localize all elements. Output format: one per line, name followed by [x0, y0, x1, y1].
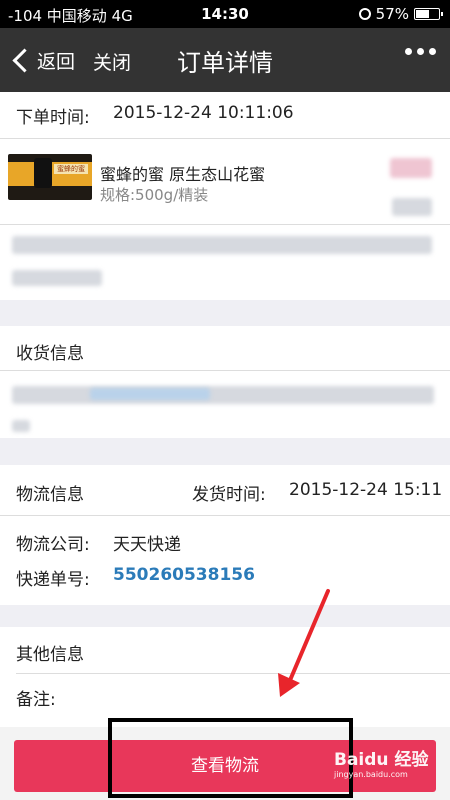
status-right: 57% [358, 5, 443, 23]
rotation-lock-icon [358, 8, 371, 20]
annotation-arrow-icon [278, 589, 330, 697]
more-options-button[interactable] [405, 48, 436, 55]
order-time-value: 2015-12-24 10:11:06 [113, 103, 294, 123]
remark-label: 备注: [16, 690, 56, 710]
blurred-order-info-2 [12, 270, 102, 286]
logistics-title: 物流信息 [16, 485, 84, 505]
courier-value: 天天快递 [113, 535, 181, 555]
watermark-brand: Baidu 经验 [334, 750, 429, 770]
dot-icon [417, 48, 424, 55]
blurred-address-2 [12, 420, 30, 432]
divider [16, 673, 450, 674]
dot-icon [429, 48, 436, 55]
divider [0, 515, 450, 516]
watermark-url: jingyan.baidu.com [334, 770, 408, 779]
tracking-number-link[interactable]: 550260538156 [113, 565, 255, 585]
divider [0, 138, 450, 139]
page-title: 订单详情 [177, 49, 273, 77]
status-bar: -104 中国移动 4G 14:30 57% [0, 0, 450, 28]
order-time-label: 下单时间: [16, 108, 90, 128]
blurred-address [12, 386, 434, 404]
annotation-highlight-box [108, 718, 353, 798]
product-image[interactable]: 蜜蜂的蜜 [8, 154, 92, 200]
dot-icon [405, 48, 412, 55]
ship-time-value: 2015-12-24 15:11 [289, 480, 443, 500]
divider [0, 370, 450, 371]
other-title: 其他信息 [16, 645, 84, 665]
product-image-label: 蜜蜂的蜜 [54, 164, 88, 174]
blurred-quantity [392, 198, 432, 216]
nav-bar: 返回 关闭 订单详情 [0, 28, 450, 92]
shipping-title: 收货信息 [16, 344, 84, 364]
ship-time-label: 发货时间: [192, 485, 266, 505]
divider [0, 224, 450, 225]
blurred-price [390, 158, 432, 178]
courier-label: 物流公司: [16, 535, 90, 555]
battery-percent: 57% [375, 5, 409, 23]
jar-icon [34, 158, 52, 188]
baidu-watermark: Baidu 经验 jingyan.baidu.com [334, 745, 428, 779]
blurred-phone [90, 388, 210, 400]
product-spec: 规格:500g/精装 [100, 186, 209, 204]
product-name[interactable]: 蜜蜂的蜜 原生态山花蜜 [100, 161, 265, 185]
battery-icon [414, 8, 443, 20]
blurred-order-info [12, 236, 432, 254]
tracking-label: 快递单号: [16, 570, 90, 590]
